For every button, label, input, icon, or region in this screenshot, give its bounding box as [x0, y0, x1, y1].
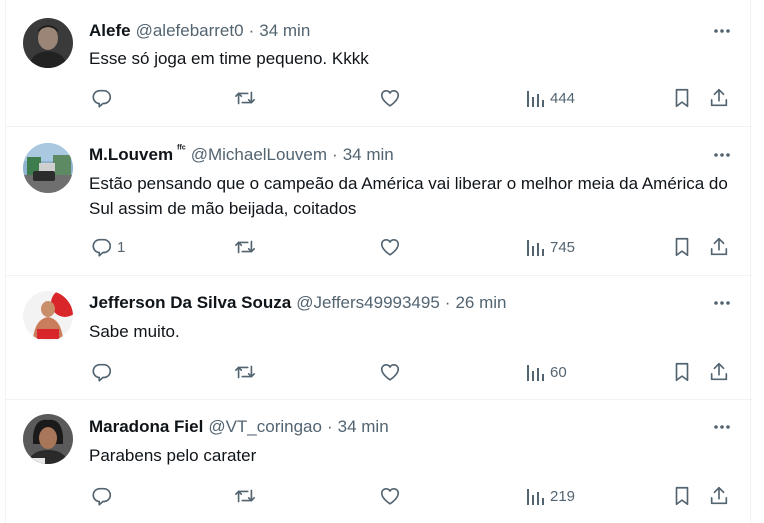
retweet-icon [235, 365, 255, 379]
author-name[interactable]: M.Louvem [89, 144, 173, 166]
reply-tweet[interactable]: M.Louvem ᶠᶠᶜ @MichaelLouvem · 34 min Est… [6, 127, 752, 276]
reply-icon [92, 363, 112, 382]
tweet-header: M.Louvem ᶠᶠᶜ @MichaelLouvem · 34 min [89, 144, 394, 166]
timestamp[interactable]: 34 min [259, 20, 310, 42]
heart-icon [380, 487, 400, 505]
timestamp[interactable]: 34 min [343, 144, 394, 166]
separator-dot: · [444, 293, 451, 312]
reply-button[interactable] [91, 86, 117, 110]
reply-button[interactable] [91, 484, 117, 508]
views-icon [527, 489, 544, 505]
reply-button[interactable] [91, 360, 117, 384]
avatar[interactable] [23, 291, 73, 341]
views-button[interactable]: 60 [526, 360, 567, 384]
heart-icon [380, 238, 400, 256]
timestamp[interactable]: 34 min [338, 416, 389, 438]
share-icon [710, 362, 728, 381]
tweet-text: Sabe muito. [89, 322, 180, 341]
retweet-icon [235, 489, 255, 503]
bookmark-icon [675, 88, 689, 108]
tweet-header: Maradona Fiel @VT_coringao · 34 min [89, 416, 389, 438]
name-badge: ᶠᶠᶜ [177, 144, 186, 155]
retweet-button[interactable] [233, 86, 257, 110]
retweet-button[interactable] [233, 235, 257, 259]
heart-icon [380, 89, 400, 107]
share-button[interactable] [708, 235, 730, 259]
separator-dot: · [332, 145, 338, 164]
views-button[interactable]: 745 [526, 235, 575, 259]
bookmark-icon [675, 362, 689, 382]
share-icon [710, 486, 728, 505]
views-count: 444 [550, 89, 576, 107]
share-icon [710, 88, 728, 107]
author-handle[interactable]: @MichaelLouvem [191, 144, 327, 166]
tweet-header: Jefferson Da Silva Souza @Jeffers4999349… [89, 292, 507, 314]
bookmark-icon [675, 237, 689, 257]
retweet-button[interactable] [233, 484, 257, 508]
views-button[interactable]: 444 [526, 86, 575, 110]
bookmark-button[interactable] [671, 360, 693, 384]
reply-tweet[interactable]: Maradona Fiel @VT_coringao · 34 min Para… [6, 400, 752, 523]
tweet-text: Parabens pelo carater [89, 446, 257, 465]
bookmark-icon [675, 486, 689, 506]
like-button[interactable] [379, 86, 401, 110]
views-count: 745 [550, 238, 576, 256]
views-count: 60 [550, 363, 567, 381]
reply-tweet[interactable]: Alefe @alefebarret0 · 34 min Esse só jog… [6, 0, 752, 127]
more-icon[interactable] [710, 292, 734, 314]
author-handle[interactable]: @Jeffers49993495 [296, 292, 440, 314]
avatar[interactable] [23, 143, 73, 193]
bookmark-button[interactable] [671, 86, 693, 110]
avatar[interactable] [23, 18, 73, 68]
tweet-header: Alefe @alefebarret0 · 34 min [89, 20, 310, 42]
separator-dot: · [248, 21, 255, 40]
heart-icon [380, 363, 400, 381]
reply-count: 1 [117, 238, 126, 256]
reply-tweet[interactable]: Jefferson Da Silva Souza @Jeffers4999349… [6, 276, 752, 400]
like-button[interactable] [379, 235, 401, 259]
share-button[interactable] [708, 86, 730, 110]
replies-timeline: Alefe @alefebarret0 · 34 min Esse só jog… [5, 0, 752, 523]
views-icon [527, 240, 544, 256]
reply-icon [92, 487, 112, 506]
tweet-text: Esse só joga em time pequeno. Kkkk [89, 49, 369, 68]
share-button[interactable] [708, 484, 730, 508]
more-icon[interactable] [710, 144, 734, 166]
retweet-icon [235, 240, 255, 254]
views-count: 219 [550, 487, 576, 505]
bookmark-button[interactable] [671, 484, 693, 508]
tweet-text: Estão pensando que o campeão da América … [89, 174, 728, 218]
separator-dot: · [326, 417, 333, 436]
author-handle[interactable]: @alefebarret0 [136, 20, 244, 42]
reply-icon [92, 89, 112, 108]
author-name[interactable]: Jefferson Da Silva Souza [89, 292, 291, 314]
like-button[interactable] [379, 360, 401, 384]
views-icon [527, 365, 544, 381]
author-name[interactable]: Maradona Fiel [89, 416, 203, 438]
timestamp[interactable]: 26 min [455, 292, 506, 314]
retweet-button[interactable] [233, 360, 257, 384]
bookmark-button[interactable] [671, 235, 693, 259]
avatar[interactable] [23, 414, 73, 464]
views-button[interactable]: 219 [526, 484, 575, 508]
like-button[interactable] [379, 484, 401, 508]
share-button[interactable] [708, 360, 730, 384]
author-name[interactable]: Alefe [89, 20, 131, 42]
reply-icon [92, 238, 112, 257]
more-icon[interactable] [710, 20, 734, 42]
views-icon [527, 91, 544, 107]
author-handle[interactable]: @VT_coringao [208, 416, 322, 438]
retweet-icon [235, 91, 255, 105]
reply-button[interactable]: 1 [91, 235, 125, 259]
more-icon[interactable] [710, 416, 734, 438]
share-icon [710, 237, 728, 256]
